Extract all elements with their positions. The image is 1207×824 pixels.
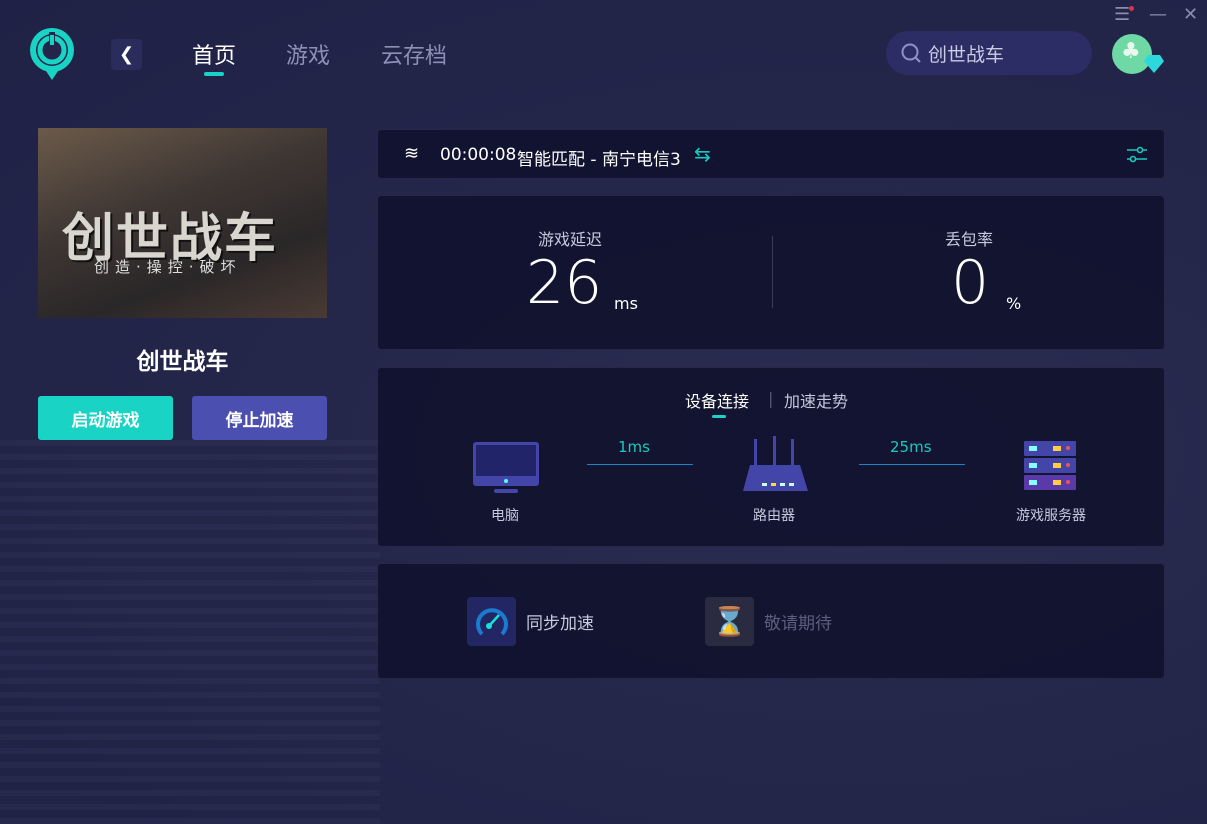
pc-router-latency: 1ms — [618, 438, 650, 456]
start-game-button[interactable]: 启动游戏 — [38, 396, 173, 440]
tab-device-connection[interactable]: 设备连接 — [685, 388, 750, 418]
tab-label: 游戏 — [286, 44, 331, 69]
sync-accelerate-button[interactable]: 同步加速 — [467, 597, 594, 646]
divider — [772, 236, 773, 308]
latency-unit: ms — [614, 294, 638, 313]
speedometer-icon — [467, 597, 516, 646]
search-input[interactable]: 创世战车 — [886, 31, 1092, 75]
minimize-button[interactable]: — — [1149, 4, 1167, 25]
stop-accelerate-button[interactable]: 停止加速 — [192, 396, 327, 440]
feature-label: 同步加速 — [526, 614, 594, 634]
server-label: 游戏服务器 — [1016, 508, 1086, 524]
tab-acceleration-trend[interactable]: 加速走势 — [784, 388, 848, 412]
computer-icon — [473, 442, 539, 493]
background-texture — [0, 440, 380, 824]
router-label: 路由器 — [753, 508, 795, 524]
tab-separator: | — [768, 389, 774, 408]
latency-value: 26 — [526, 248, 603, 318]
packet-loss-unit: % — [1006, 294, 1022, 313]
packet-loss-label: 丢包率 — [945, 230, 994, 249]
game-title: 创世战车 — [136, 349, 229, 375]
close-button[interactable]: ✕ — [1183, 4, 1198, 25]
link-line — [859, 464, 965, 465]
search-value: 创世战车 — [928, 43, 1005, 66]
router-icon — [743, 436, 808, 491]
packet-loss-value: 0 — [951, 248, 990, 318]
tab-label: 云存档 — [381, 44, 448, 69]
tab-label: 首页 — [192, 44, 237, 69]
coming-soon-item: ⌛ 敬请期待 — [705, 597, 832, 646]
menu-button[interactable]: ☰ — [1114, 4, 1134, 25]
notification-dot — [1129, 6, 1134, 11]
stats-panel: 游戏延迟 26 ms 丢包率 0 % — [377, 195, 1165, 350]
tab-home[interactable]: 首页 — [192, 38, 237, 76]
chevron-left-icon: ❮ — [118, 44, 135, 65]
router-server-latency: 25ms — [890, 438, 932, 456]
elapsed-time: 00:00:08 — [440, 145, 517, 165]
button-label: 启动游戏 — [71, 410, 140, 431]
cover-logo-subtitle: 创造·操控·破坏 — [94, 258, 242, 276]
link-line — [587, 464, 693, 465]
features-panel: 同步加速 ⌛ 敬请期待 — [377, 563, 1165, 679]
active-tab-indicator — [712, 415, 726, 418]
wifi-icon: ≋ — [404, 143, 420, 164]
active-tab-indicator — [204, 72, 224, 76]
computer-label: 电脑 — [491, 508, 519, 524]
tab-games[interactable]: 游戏 — [286, 38, 330, 70]
clover-icon: ♣ — [1121, 39, 1141, 64]
button-label: 停止加速 — [225, 410, 294, 431]
connection-panel: 设备连接 | 加速走势 电脑 1ms 路由器 25ms 游戏服务器 — [377, 367, 1165, 547]
switch-route-icon[interactable]: ⇆ — [694, 142, 711, 166]
hourglass-icon: ⌛ — [705, 597, 754, 646]
route-name[interactable]: 智能匹配 - 南宁电信3 — [517, 145, 681, 170]
tab-label: 加速走势 — [784, 392, 849, 411]
latency-label: 游戏延迟 — [538, 230, 603, 249]
search-icon — [901, 43, 921, 63]
tab-label: 设备连接 — [685, 392, 750, 411]
vip-diamond-icon — [1144, 55, 1164, 73]
back-button[interactable]: ❮ — [111, 39, 142, 70]
game-cover-image: 创世战车 创造·操控·破坏 — [38, 128, 327, 318]
tab-cloud-saves[interactable]: 云存档 — [381, 38, 447, 70]
status-bar: ≋ 00:00:08 智能匹配 - 南宁电信3 ⇆ — [377, 129, 1165, 179]
settings-sliders-icon[interactable] — [1127, 146, 1147, 164]
server-icon — [1024, 441, 1076, 490]
avatar[interactable]: ♣ — [1112, 34, 1152, 74]
app-logo — [30, 28, 74, 80]
feature-label: 敬请期待 — [764, 614, 832, 634]
